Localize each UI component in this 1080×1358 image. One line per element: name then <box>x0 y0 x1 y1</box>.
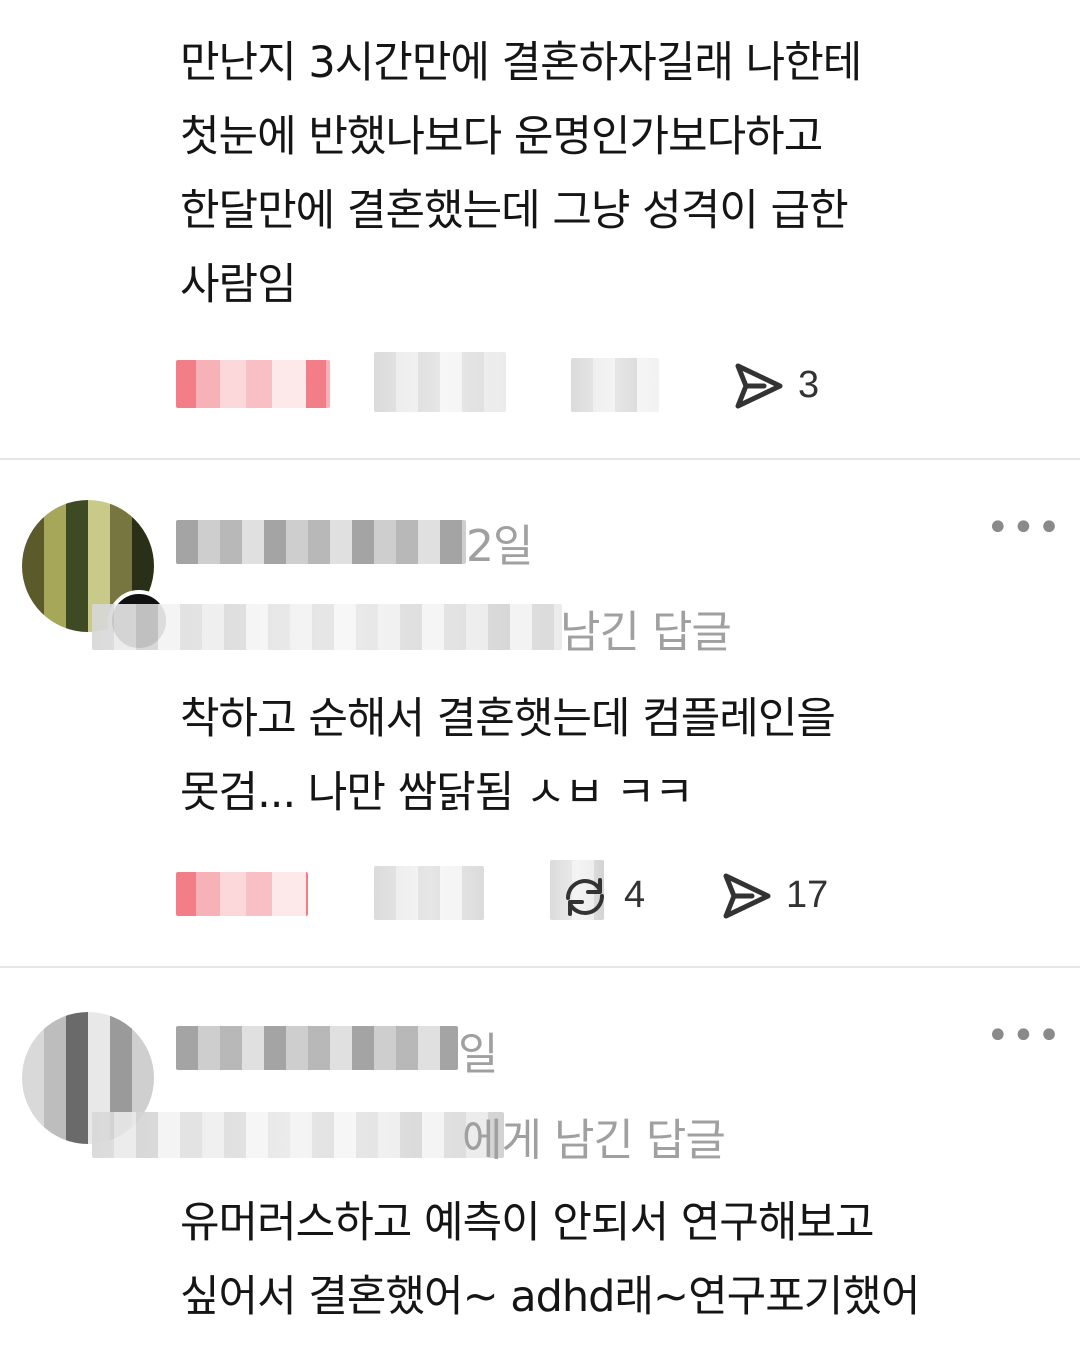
comment-button-redacted[interactable] <box>374 352 506 412</box>
share-arrow-icon[interactable] <box>734 362 784 410</box>
username-redacted[interactable] <box>176 520 466 564</box>
reply-label: 남긴 답글 <box>560 607 732 658</box>
post-2: 2일 ••• 남긴 답글 착하고 순해서 결혼햇는데 컴플레인을 못검... 나… <box>0 460 1080 966</box>
post-date: 2일 <box>466 521 533 572</box>
more-options-icon[interactable]: ••• <box>986 508 1063 548</box>
share-count: 17 <box>786 874 829 916</box>
post-date: 일 <box>458 1029 498 1080</box>
post-text: 착하고 순해서 결혼햇는데 컴플레인을 못검... 나만 쌈닭됨 ㅅㅂ ㅋㅋ <box>180 694 836 818</box>
post-1: 만난지 3시간만에 결혼하자길래 나한테 첫눈에 반했나보다 운명인가보다하고 … <box>0 0 1080 458</box>
share-count: 3 <box>798 364 820 406</box>
repost-button-redacted[interactable] <box>571 358 659 412</box>
post-actions: 3 <box>176 352 1056 416</box>
like-button-redacted[interactable] <box>176 872 308 916</box>
like-button-redacted[interactable] <box>176 360 330 408</box>
repost-count: 4 <box>624 874 646 916</box>
reply-target-redacted[interactable] <box>92 1112 504 1158</box>
comment-button-redacted[interactable] <box>374 866 484 920</box>
reply-target-redacted[interactable] <box>92 604 562 650</box>
username-redacted[interactable] <box>176 1026 458 1070</box>
post-text: 유머러스하고 예측이 안되서 연구해보고 싶어서 결혼했어~ adhd래~연구포… <box>180 1198 920 1322</box>
repost-icon[interactable] <box>560 872 610 922</box>
post-3: 일 ••• 에게 남긴 답글 유머러스하고 예측이 안되서 연구해보고 싶어서 … <box>0 968 1080 1358</box>
reply-label: 에게 남긴 답글 <box>462 1115 726 1166</box>
more-options-icon[interactable]: ••• <box>986 1016 1063 1056</box>
share-arrow-icon[interactable] <box>722 872 772 920</box>
post-text: 만난지 3시간만에 결혼하자길래 나한테 첫눈에 반했나보다 운명인가보다하고 … <box>180 38 862 310</box>
post-actions: 4 17 <box>176 860 1056 924</box>
